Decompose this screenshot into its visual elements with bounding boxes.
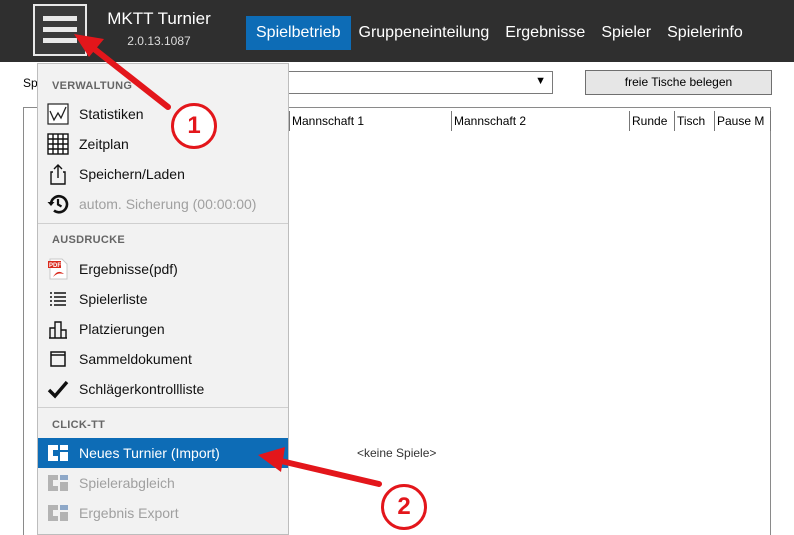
menu-item-label: Speichern/Laden xyxy=(79,166,185,182)
menu-item-ergebnis-export[interactable]: Ergebnis Export xyxy=(38,498,288,528)
section-click-tt: CLICK-TT xyxy=(52,419,106,431)
column-header-team1[interactable]: Mannschaft 1 xyxy=(289,111,451,131)
column-header-table[interactable]: Tisch xyxy=(674,111,714,131)
menu-item-ergebnisse-pdf[interactable]: PDF Ergebnisse(pdf) xyxy=(38,254,288,284)
tab-gruppeneinteilung[interactable]: Gruppeneinteilung xyxy=(351,16,498,50)
menu-item-platzierungen[interactable]: Platzierungen xyxy=(38,314,288,344)
menu-item-statistiken[interactable]: Statistiken xyxy=(38,99,288,129)
menu-item-label: Spielerliste xyxy=(79,291,148,307)
section-ausdrucke: AUSDRUCKE xyxy=(52,234,125,246)
menu-item-label: Neues Turnier (Import) xyxy=(79,445,220,461)
main-menu-dropdown: VERWALTUNG Statistiken Zeitplan Speicher… xyxy=(37,63,289,535)
svg-text:PDF: PDF xyxy=(49,263,61,269)
tab-spielbetrieb[interactable]: Spielbetrieb xyxy=(246,16,351,50)
menu-item-label: Zeitplan xyxy=(79,136,129,152)
menu-item-label: Ergebnisse(pdf) xyxy=(79,261,178,277)
menu-item-zeitplan[interactable]: Zeitplan xyxy=(38,129,288,159)
clicktt-icon xyxy=(46,501,70,525)
menu-item-sammeldokument[interactable]: Sammeldokument xyxy=(38,344,288,374)
hamburger-line-icon xyxy=(43,27,77,32)
tab-spieler[interactable]: Spieler xyxy=(593,16,659,50)
annotation-badge-2: 2 xyxy=(381,484,427,530)
annotation-badge-1: 1 xyxy=(171,103,217,149)
menu-item-label: Sammeldokument xyxy=(79,351,192,367)
game-filter-dropdown[interactable]: ▼ xyxy=(288,71,553,94)
app-version: 2.0.13.1087 xyxy=(127,34,191,48)
clicktt-icon xyxy=(46,441,70,465)
menu-item-neues-turnier-import[interactable]: Neues Turnier (Import) xyxy=(38,438,288,468)
chevron-down-icon: ▼ xyxy=(535,75,546,87)
menu-item-spielerliste[interactable]: Spielerliste xyxy=(38,284,288,314)
tab-spielerinfo[interactable]: Spielerinfo xyxy=(659,16,751,50)
menu-item-speichern-laden[interactable]: Speichern/Laden xyxy=(38,159,288,189)
section-verwaltung: VERWALTUNG xyxy=(52,80,133,92)
menu-item-label: Platzierungen xyxy=(79,321,165,337)
hamburger-line-icon xyxy=(43,38,77,43)
column-header-pause[interactable]: Pause M xyxy=(714,111,771,131)
ranking-icon xyxy=(46,317,70,341)
menu-item-spielerabgleich[interactable]: Spielerabgleich xyxy=(38,468,288,498)
document-icon xyxy=(46,347,70,371)
menu-item-autosave[interactable]: autom. Sicherung (00:00:00) xyxy=(38,189,288,219)
grid-icon xyxy=(46,132,70,156)
hamburger-menu-button[interactable] xyxy=(33,4,87,56)
checkmark-icon xyxy=(46,377,70,401)
menu-item-label: Ergebnis Export xyxy=(79,505,179,521)
chart-icon xyxy=(46,102,70,126)
menu-item-label: Spielerabgleich xyxy=(79,475,175,491)
tab-ergebnisse[interactable]: Ergebnisse xyxy=(497,16,593,50)
history-icon xyxy=(46,192,70,216)
pdf-icon: PDF xyxy=(46,257,70,281)
clicktt-icon xyxy=(46,471,70,495)
column-header-round[interactable]: Runde xyxy=(629,111,674,131)
menu-item-schlaegerkontrollliste[interactable]: Schlägerkontrollliste xyxy=(38,374,288,404)
empty-table-message: <keine Spiele> xyxy=(357,446,437,460)
main-nav: Spielbetrieb Gruppeneinteilung Ergebniss… xyxy=(246,16,751,50)
menu-item-label: Statistiken xyxy=(79,106,144,122)
menu-divider xyxy=(38,407,288,408)
column-header-team2[interactable]: Mannschaft 2 xyxy=(451,111,629,131)
free-tables-button[interactable]: freie Tische belegen xyxy=(585,70,772,95)
list-icon xyxy=(46,287,70,311)
menu-item-label: autom. Sicherung (00:00:00) xyxy=(79,196,257,212)
hamburger-line-icon xyxy=(43,16,77,21)
menu-divider xyxy=(38,223,288,224)
app-title: MKTT Turnier xyxy=(107,9,211,28)
top-bar: MKTT Turnier 2.0.13.1087 Spielbetrieb Gr… xyxy=(0,0,794,62)
menu-item-label: Schlägerkontrollliste xyxy=(79,381,205,397)
share-icon xyxy=(46,162,70,186)
filter-label: Sp xyxy=(23,76,38,90)
